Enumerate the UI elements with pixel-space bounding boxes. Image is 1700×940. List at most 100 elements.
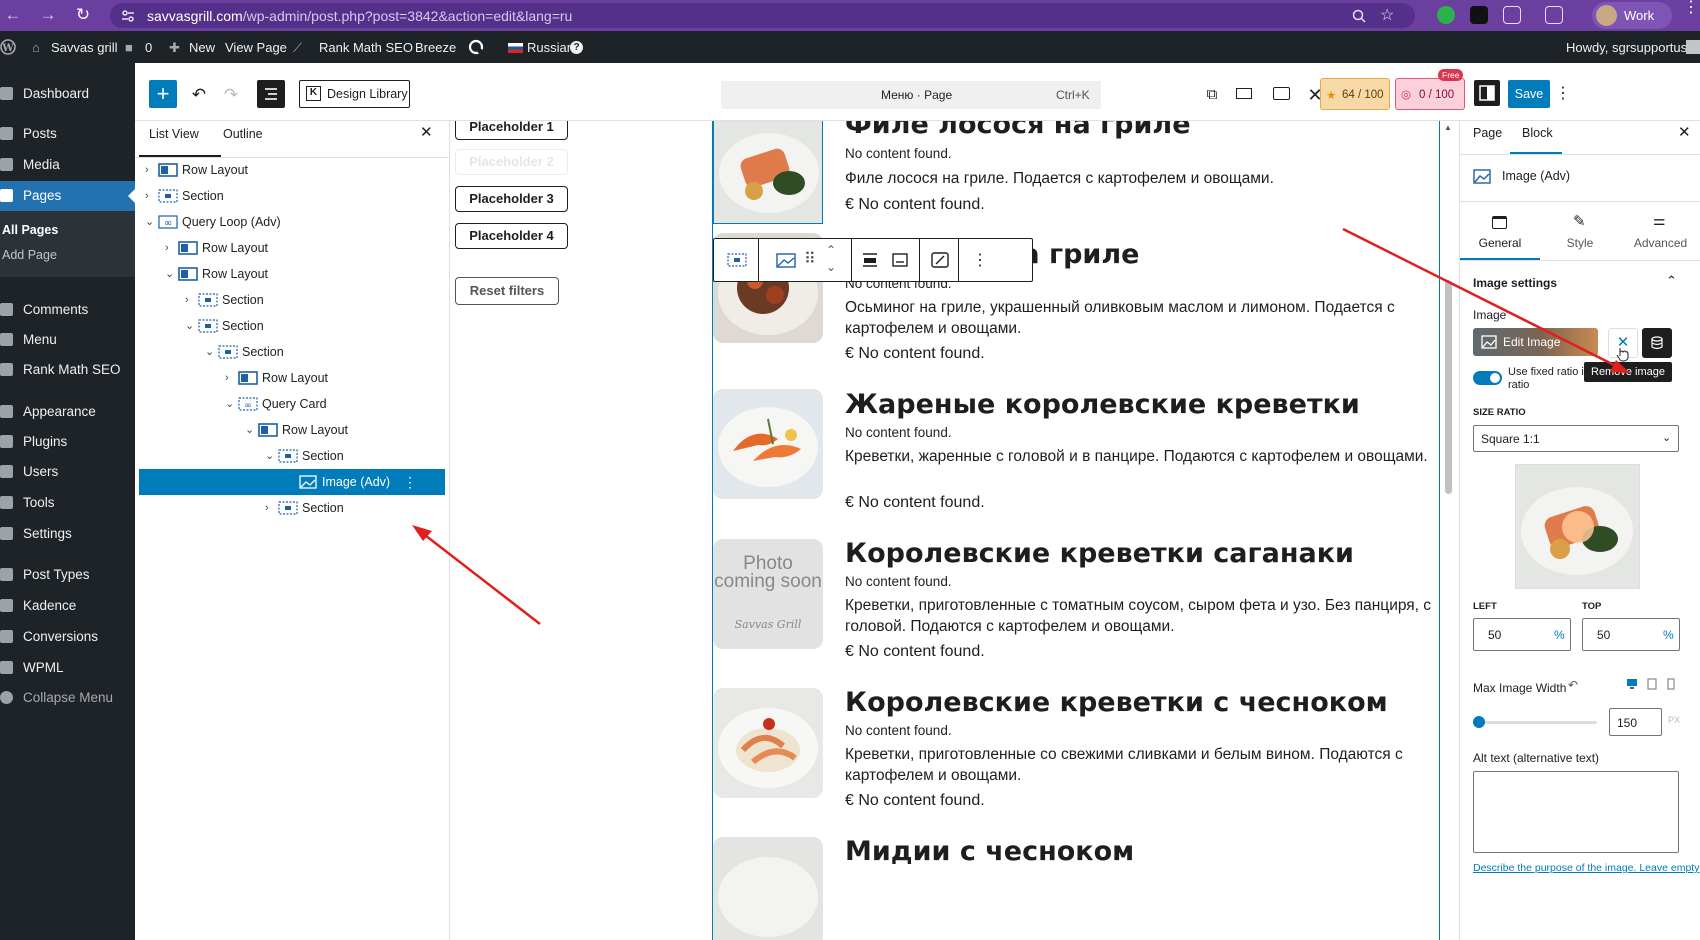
dynamic-content-button[interactable] <box>1642 328 1672 358</box>
sidebar-item-dashboard[interactable]: Dashboard <box>0 79 135 109</box>
max-width-slider[interactable] <box>1473 716 1597 728</box>
save-button[interactable]: Save <box>1508 80 1550 108</box>
user-avatar[interactable] <box>1686 40 1700 54</box>
design-library-button[interactable]: K Design Library <box>299 80 410 108</box>
desktop-icon[interactable] <box>1626 678 1638 690</box>
list-item[interactable]: ⌄ Section <box>138 443 445 469</box>
focal-top-input[interactable]: 50 % <box>1582 618 1680 651</box>
extension-icon[interactable] <box>1470 6 1488 24</box>
list-item[interactable]: › Row Layout <box>138 365 445 391</box>
zoom-icon[interactable] <box>1352 9 1366 23</box>
more-options-icon[interactable]: ⋮ <box>972 250 988 270</box>
chevron-up-icon[interactable]: ⌃ <box>1666 273 1677 289</box>
new-link[interactable]: New <box>189 40 215 55</box>
list-item[interactable]: › Section <box>138 287 445 313</box>
comments-icon[interactable]: ■ <box>125 40 133 55</box>
subtab-style[interactable]: ✎ Style <box>1540 202 1620 260</box>
list-item[interactable]: ⌄ ∞ Query Loop (Adv) <box>138 209 445 235</box>
list-item[interactable]: ⌄ ∞ Query Card <box>138 391 445 417</box>
alt-text-help-link[interactable]: Describe the purpose of the image. Leave… <box>1473 862 1699 874</box>
card-image-mussels[interactable] <box>713 837 823 940</box>
caption-icon[interactable] <box>891 252 909 268</box>
sidebar-item-pages[interactable]: Pages <box>0 181 135 211</box>
list-item[interactable]: ⌄ Section <box>138 313 445 339</box>
subtab-advanced[interactable]: ⚌ Advanced <box>1620 202 1700 260</box>
card-image-salmon[interactable] <box>713 121 823 224</box>
wordpress-logo-icon[interactable]: W <box>0 39 16 55</box>
focal-point-picker[interactable] <box>1515 464 1640 589</box>
card-image-garlic-shrimp[interactable] <box>713 688 823 798</box>
sidebar-item-wpml[interactable]: WPML <box>0 653 135 683</box>
forward-icon[interactable]: → <box>38 5 58 25</box>
list-item[interactable]: ⌄ Row Layout <box>138 261 445 287</box>
filter-button[interactable]: Placeholder 3 <box>455 186 568 212</box>
sidebar-item-post-types[interactable]: Post Types <box>0 560 135 590</box>
sidebar-item-plugins[interactable]: Plugins <box>0 427 135 457</box>
site-name-link[interactable]: Savvas grill <box>51 40 117 55</box>
address-bar[interactable]: savvasgrill.com/wp-admin/post.php?post=3… <box>110 3 1415 28</box>
fixed-ratio-toggle[interactable] <box>1473 371 1502 385</box>
sidebar-item-comments[interactable]: Comments <box>0 295 135 325</box>
command-palette-button[interactable]: Меню · Page Ctrl+K <box>721 81 1101 109</box>
drag-handle-icon[interactable]: ⠿ <box>804 249 816 269</box>
subtab-general[interactable]: General <box>1460 202 1540 260</box>
card-image-shrimp[interactable] <box>713 389 823 499</box>
tab-outline[interactable]: Outline <box>223 127 263 141</box>
tab-list-view[interactable]: List View <box>149 127 199 141</box>
size-ratio-select[interactable]: Square 1:1 ⌄ <box>1473 425 1679 452</box>
external-preview-icon[interactable]: ⧉ <box>1198 81 1226 109</box>
filter-button[interactable]: Placeholder 1 <box>455 121 568 140</box>
sidebar-item-rank-math[interactable]: Rank Math SEO <box>0 355 135 385</box>
bookmark-star-icon[interactable]: ☆ <box>1380 5 1394 25</box>
max-width-input[interactable]: 150 <box>1609 708 1662 736</box>
sidebar-item-media[interactable]: Media <box>0 150 135 180</box>
settings-panel-toggle[interactable] <box>1474 80 1500 106</box>
submenu-all-pages[interactable]: All Pages <box>2 223 58 237</box>
rank-math-link[interactable]: Rank Math SEO <box>319 40 413 55</box>
collapse-menu-button[interactable]: Collapse Menu <box>0 683 135 713</box>
back-icon[interactable]: ← <box>3 5 23 25</box>
help-icon[interactable]: ? <box>570 41 583 54</box>
list-item[interactable]: › Section <box>138 495 445 521</box>
sidebar-item-settings[interactable]: Settings <box>0 519 135 549</box>
breeze-link[interactable]: Breeze <box>415 40 456 55</box>
list-item[interactable]: ⌄ Row Layout <box>138 417 445 443</box>
site-info-icon[interactable] <box>121 9 135 23</box>
move-up-down-icon[interactable]: ⌃ ⌄ <box>826 242 836 276</box>
filter-button[interactable]: Placeholder 4 <box>455 223 568 249</box>
scrollbar-thumb[interactable] <box>1445 280 1452 494</box>
image-block-icon[interactable] <box>776 253 796 268</box>
align-icon[interactable] <box>861 252 879 268</box>
home-icon[interactable]: ⌂ <box>32 40 40 55</box>
sidebar-item-conversions[interactable]: Conversions <box>0 622 135 652</box>
document-overview-button[interactable] <box>257 80 285 108</box>
slider-handle[interactable] <box>1473 716 1486 728</box>
content-ai-score-badge[interactable]: ◎ 0 / 100 <box>1395 78 1465 110</box>
add-block-button[interactable]: + <box>149 80 177 108</box>
list-item[interactable]: › Row Layout <box>138 157 445 183</box>
reset-icon[interactable]: ↶ <box>1568 678 1578 692</box>
list-item[interactable]: ⌄ Section <box>138 339 445 365</box>
list-item-selected[interactable]: Image (Adv) ⋮ <box>139 469 445 495</box>
browser-menu-icon[interactable]: ⋮ <box>1683 0 1699 16</box>
mobile-icon[interactable] <box>1665 678 1677 690</box>
sidebar-item-kadence[interactable]: Kadence <box>0 591 135 621</box>
edit-image-button[interactable]: Edit Image <box>1473 328 1598 356</box>
howdy-user[interactable]: Howdy, sgrsupportusr <box>1566 40 1691 55</box>
comments-count[interactable]: 0 <box>145 40 152 55</box>
reload-icon[interactable]: ↻ <box>73 5 93 25</box>
section-title[interactable]: Image settings <box>1473 276 1557 290</box>
sidebar-item-posts[interactable]: Posts <box>0 119 135 149</box>
rank-math-score-badge[interactable]: ★ 64 / 100 <box>1320 78 1390 110</box>
extension-icon-2[interactable] <box>1503 6 1521 24</box>
focal-point-handle[interactable] <box>1562 511 1594 543</box>
tab-block[interactable]: Block <box>1522 126 1553 140</box>
reset-filters-button[interactable]: Reset filters <box>455 277 559 305</box>
undo-button[interactable]: ↶ <box>185 81 213 109</box>
profile-button[interactable]: Work <box>1592 2 1672 29</box>
language-switcher[interactable]: Russian <box>527 40 574 55</box>
filter-button[interactable]: Placeholder 2 <box>455 149 568 175</box>
sidebar-item-users[interactable]: Users <box>0 457 135 487</box>
tab-page[interactable]: Page <box>1473 126 1502 140</box>
canvas-scrollbar[interactable]: ▲ <box>1443 121 1453 940</box>
